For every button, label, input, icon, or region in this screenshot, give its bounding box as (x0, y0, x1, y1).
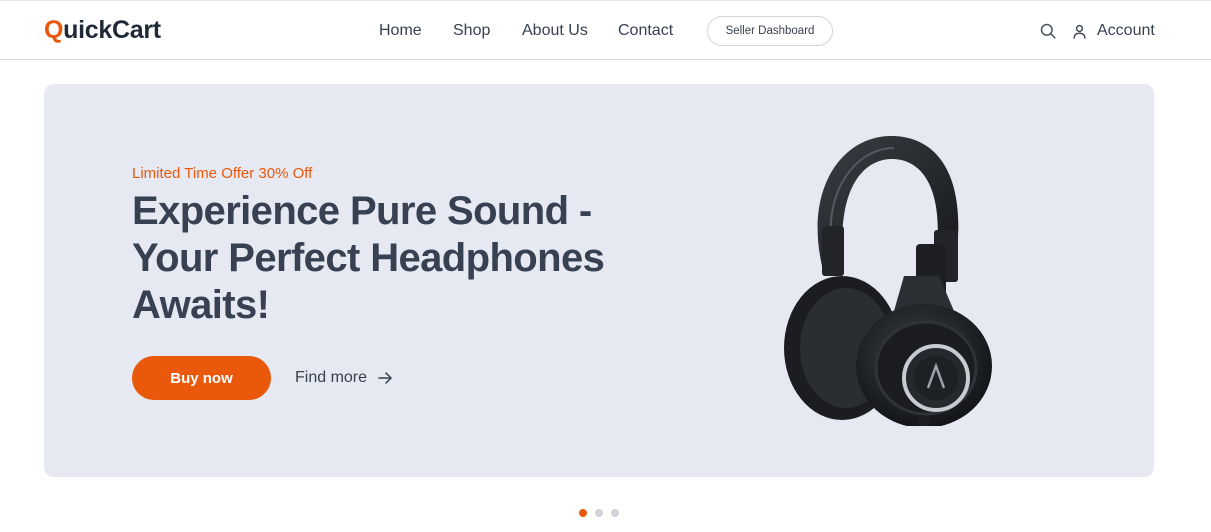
account-link[interactable]: Account (1072, 20, 1155, 42)
offer-text: Limited Time Offer 30% Off (132, 165, 313, 182)
carousel-dot-2[interactable] (595, 509, 603, 517)
nav-link-contact[interactable]: Contact (618, 20, 673, 42)
account-label: Account (1097, 22, 1155, 39)
logo[interactable]: QuickCart (44, 14, 161, 46)
headline-line: Experience Pure Sound - (132, 189, 592, 233)
headline-line: Your Perfect Headphones (132, 236, 605, 280)
nav-link-home[interactable]: Home (379, 20, 422, 42)
logo-accent-letter: Q (44, 16, 64, 44)
hero-banner: Limited Time Offer 30% Off Experience Pu… (44, 84, 1154, 477)
headline-line: Awaits! (132, 283, 270, 327)
seller-dashboard-button[interactable]: Seller Dashboard (707, 16, 833, 46)
headphones-image (784, 135, 992, 426)
logo-text: uickCart (63, 16, 161, 44)
carousel-dot-3[interactable] (611, 509, 619, 517)
hero-headline: Experience Pure Sound - Your Perfect Hea… (132, 188, 632, 329)
buy-now-button[interactable]: Buy now (132, 356, 271, 400)
nav-link-about-us[interactable]: About Us (522, 20, 588, 42)
user-icon (1073, 24, 1086, 39)
search-icon[interactable] (1040, 23, 1056, 39)
find-more-label: Find more (295, 369, 368, 386)
nav-link-shop[interactable]: Shop (453, 20, 490, 42)
carousel-dot-1[interactable] (579, 509, 587, 517)
site-header: QuickCart Home Shop About Us Contact Sel… (0, 0, 1211, 60)
find-more-link[interactable]: Find more (295, 368, 393, 388)
carousel-dots (579, 509, 619, 517)
arrow-right-icon (378, 372, 392, 384)
